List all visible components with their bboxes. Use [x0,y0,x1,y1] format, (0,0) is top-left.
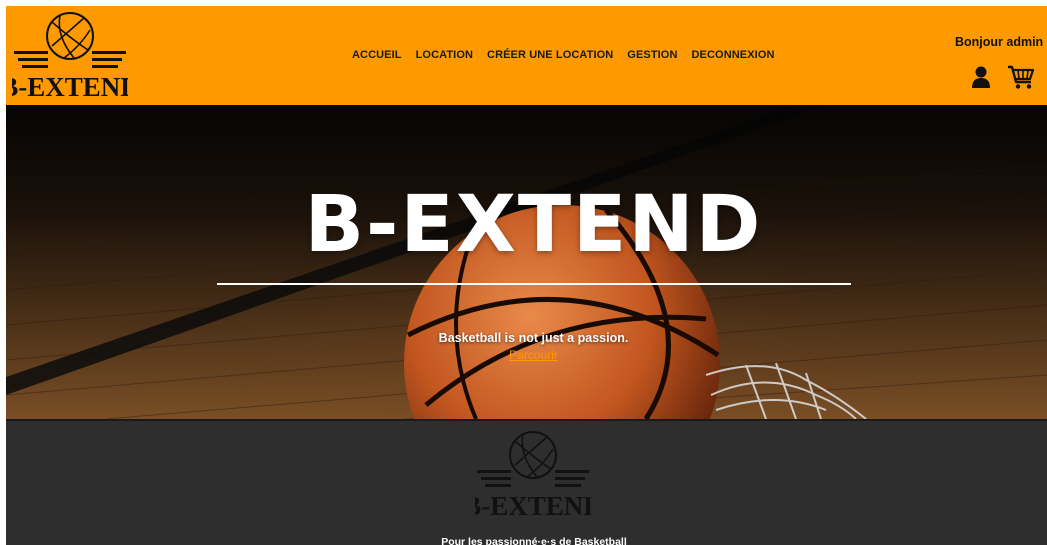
site-logo[interactable]: B-EXTEND [6,10,140,102]
hero-tagline: Basketball is not just a passion. [438,331,629,345]
page-frame: B-EXTEND ACCUEIL LOCATION CRÉER UNE LOCA… [6,6,1047,545]
nav-deconnexion[interactable]: DECONNEXION [692,49,775,61]
svg-text:B-EXTEND: B-EXTEND [12,72,128,100]
user-greeting: Bonjour admin [955,35,1044,49]
basketball-logo-icon: B-EXTEND [6,12,140,102]
site-footer: B-EXTEND Pour les passionné·e·s de Baske… [6,419,1047,545]
hero-divider [217,283,851,285]
nav-gestion[interactable]: GESTION [627,49,677,61]
basketball-logo-icon: B-EXTEND [463,431,603,521]
cart-icon[interactable] [1007,65,1035,90]
main-nav: ACCUEIL LOCATION CRÉER UNE LOCATION GEST… [352,49,775,61]
nav-accueil[interactable]: ACCUEIL [352,49,402,61]
hero-browse-link[interactable]: Parcourir [6,348,1047,362]
site-header: B-EXTEND ACCUEIL LOCATION CRÉER UNE LOCA… [6,6,1047,105]
svg-text:B-EXTEND: B-EXTEND [475,491,591,519]
hero-title: B-EXTEND [304,180,763,270]
footer-logo: B-EXTEND [463,429,603,521]
hero-banner: B-EXTEND Basketball is not just a passio… [6,105,1047,419]
footer-tagline: Pour les passionné·e·s de Basketball [441,536,627,545]
user-icon[interactable] [972,66,990,88]
nav-location[interactable]: LOCATION [416,49,473,61]
nav-creer-location[interactable]: CRÉER UNE LOCATION [487,49,613,61]
